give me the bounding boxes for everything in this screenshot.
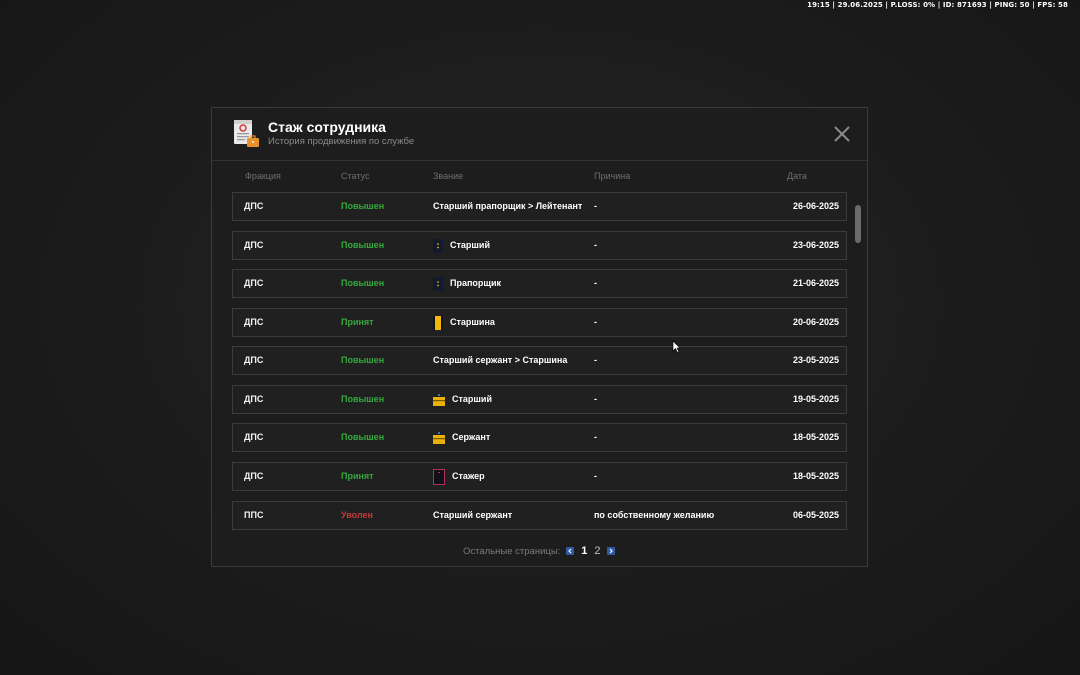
row-rank-label: Старший сержант xyxy=(433,510,513,520)
column-header-status: Статус xyxy=(341,171,370,181)
row-rank: Старшина xyxy=(433,309,495,336)
table-row: ДПС Повышен Старший - 19-05-2025 xyxy=(232,385,847,414)
row-status: Повышен xyxy=(341,278,385,288)
column-header-reason: Причина xyxy=(594,171,631,181)
navy-shoulder-strap-icon xyxy=(433,238,443,253)
row-faction: ДПС xyxy=(244,471,264,481)
row-rank-label: Старший сержант > Старшина xyxy=(433,355,568,365)
pagination: Остальные страницы: 1 2 xyxy=(463,545,615,557)
modal-subtitle: История продвижения по службе xyxy=(268,136,415,147)
page-1-button[interactable]: 1 xyxy=(581,545,587,557)
row-faction: ДПС xyxy=(244,432,264,442)
row-status: Уволен xyxy=(341,510,373,520)
row-date: 18-05-2025 xyxy=(792,471,839,481)
mouse-cursor-icon xyxy=(672,340,681,353)
scrollbar-thumb[interactable] xyxy=(855,205,861,243)
close-icon[interactable] xyxy=(831,123,853,145)
modal-title: Стаж сотрудника xyxy=(268,119,386,135)
column-header-rank: Звание xyxy=(433,171,464,181)
row-faction: ППС xyxy=(244,510,264,520)
row-reason: - xyxy=(594,471,597,481)
row-faction: ДПС xyxy=(244,317,264,327)
yellow-bar-insignia-icon xyxy=(433,431,445,444)
row-rank-label: Прапорщик xyxy=(450,278,502,288)
row-date: 19-05-2025 xyxy=(792,394,839,404)
row-rank: Сержант xyxy=(433,424,490,451)
row-status: Повышен xyxy=(341,355,385,365)
row-faction: ДПС xyxy=(244,355,264,365)
table-row: ДПС Принят Стажер - 18-05-2025 xyxy=(232,462,847,491)
row-rank: Старший сержант xyxy=(433,502,512,529)
table-row: ДПС Принят Старшина - 20-06-2025 xyxy=(232,308,847,337)
row-reason: - xyxy=(594,201,597,211)
row-date: 06-05-2025 xyxy=(792,510,839,520)
row-reason: - xyxy=(594,240,597,250)
row-rank: Старший сержант > Старшина xyxy=(433,347,567,374)
hud-status-bar: 19:15 | 29.06.2025 | P.LOSS: 0% | ID: 87… xyxy=(807,1,1068,9)
history-list[interactable]: ДПС Повышен Старший прапорщик > Лейтенан… xyxy=(232,192,849,531)
row-rank-label: Старший xyxy=(450,240,490,250)
row-rank: Стажер xyxy=(433,463,485,490)
table-row: ДПС Повышен Старший прапорщик > Лейтенан… xyxy=(232,192,847,221)
row-status: Принят xyxy=(341,471,374,481)
row-rank: Старший xyxy=(433,232,490,259)
row-reason: - xyxy=(594,278,597,288)
row-date: 18-05-2025 xyxy=(792,432,839,442)
chevron-right-icon[interactable] xyxy=(606,547,615,555)
row-status: Принят xyxy=(341,317,374,327)
row-date: 23-05-2025 xyxy=(792,355,839,365)
row-faction: ДПС xyxy=(244,201,264,211)
row-date: 21-06-2025 xyxy=(792,278,839,288)
column-header-faction: Фракция xyxy=(245,171,281,181)
row-status: Повышен xyxy=(341,394,385,404)
row-faction: ДПС xyxy=(244,394,264,404)
employee-service-modal: Стаж сотрудника История продвижения по с… xyxy=(211,107,868,567)
modal-header: Стаж сотрудника История продвижения по с… xyxy=(212,108,867,161)
table-row: ДПС Повышен Прапорщик - 21-06-2025 xyxy=(232,269,847,298)
row-date: 23-06-2025 xyxy=(792,240,839,250)
row-rank-label: Сержант xyxy=(452,432,491,442)
yellow-shoulder-strap-icon xyxy=(433,315,443,330)
yellow-bar-insignia-icon xyxy=(433,393,445,406)
navy-shoulder-strap-icon xyxy=(433,276,443,291)
row-rank: Старший прапорщик > Лейтенант xyxy=(433,193,582,220)
table-row: ДПС Повышен Старший сержант > Старшина -… xyxy=(232,346,847,375)
table-row: ДПС Повышен Старший - 23-06-2025 xyxy=(232,231,847,260)
red-outline-strap-icon xyxy=(433,468,445,485)
row-date: 20-06-2025 xyxy=(792,317,839,327)
page-2-button[interactable]: 2 xyxy=(594,545,600,557)
row-date: 26-06-2025 xyxy=(792,201,839,211)
row-reason: по собственному желанию xyxy=(594,510,715,520)
table-row: ДПС Повышен Сержант - 18-05-2025 xyxy=(232,423,847,452)
column-header-date: Дата xyxy=(787,171,807,181)
row-rank: Прапорщик xyxy=(433,270,501,297)
document-briefcase-icon xyxy=(234,120,259,147)
row-reason: - xyxy=(594,394,597,404)
row-reason: - xyxy=(594,317,597,327)
row-status: Повышен xyxy=(341,201,385,211)
row-rank-label: Старший прапорщик > Лейтенант xyxy=(433,201,583,211)
row-rank-label: Старшина xyxy=(450,317,495,327)
row-reason: - xyxy=(594,432,597,442)
row-status: Повышен xyxy=(341,432,385,442)
table-row: ППС Уволен Старший сержант по собственно… xyxy=(232,501,847,530)
row-faction: ДПС xyxy=(244,278,264,288)
row-rank: Старший xyxy=(433,386,492,413)
row-rank-label: Стажер xyxy=(452,471,485,481)
row-rank-label: Старший xyxy=(452,394,492,404)
row-faction: ДПС xyxy=(244,240,264,250)
pagination-label: Остальные страницы: xyxy=(463,545,561,557)
row-status: Повышен xyxy=(341,240,385,250)
chevron-left-icon[interactable] xyxy=(566,547,575,555)
row-reason: - xyxy=(594,355,597,365)
